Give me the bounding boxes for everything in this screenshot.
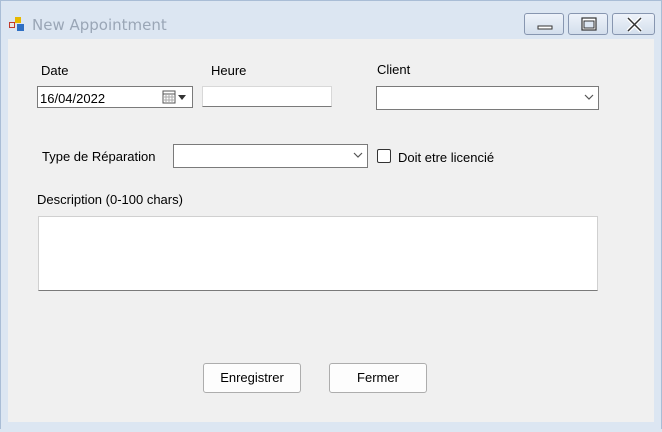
calendar-icon[interactable]: [162, 90, 188, 104]
date-picker[interactable]: 16/04/2022: [37, 86, 193, 108]
heure-label: Heure: [211, 63, 247, 78]
client-combobox[interactable]: [376, 86, 599, 110]
form-area: Date Heure Client 16/04/2022 Type de Rép…: [8, 39, 654, 422]
date-value: 16/04/2022: [40, 91, 106, 106]
heure-input[interactable]: [202, 86, 332, 107]
description-label: Description (0-100 chars): [37, 192, 183, 207]
description-textarea[interactable]: [38, 216, 598, 291]
minimize-icon: [537, 25, 553, 30]
close-icon: [626, 16, 643, 33]
chevron-down-icon: [584, 94, 594, 100]
date-label: Date: [41, 63, 69, 78]
type-reparation-combobox[interactable]: [173, 144, 368, 168]
type-reparation-label: Type de Réparation: [42, 149, 156, 164]
client-label: Client: [377, 62, 411, 77]
maximize-icon: [581, 17, 597, 31]
minimize-button[interactable]: [524, 13, 564, 35]
appointment-window: New Appointment Date Heure Client 16/04/…: [0, 0, 662, 430]
licence-label[interactable]: Doit etre licencié: [398, 150, 494, 165]
app-icon: [9, 17, 24, 31]
chevron-down-icon: [353, 152, 363, 158]
close-button[interactable]: [612, 13, 655, 35]
save-button[interactable]: Enregistrer: [203, 363, 301, 393]
maximize-button[interactable]: [568, 13, 608, 35]
title-bar[interactable]: New Appointment: [1, 1, 661, 39]
licence-checkbox[interactable]: [377, 149, 391, 163]
close-form-button[interactable]: Fermer: [329, 363, 427, 393]
window-title: New Appointment: [32, 16, 167, 34]
